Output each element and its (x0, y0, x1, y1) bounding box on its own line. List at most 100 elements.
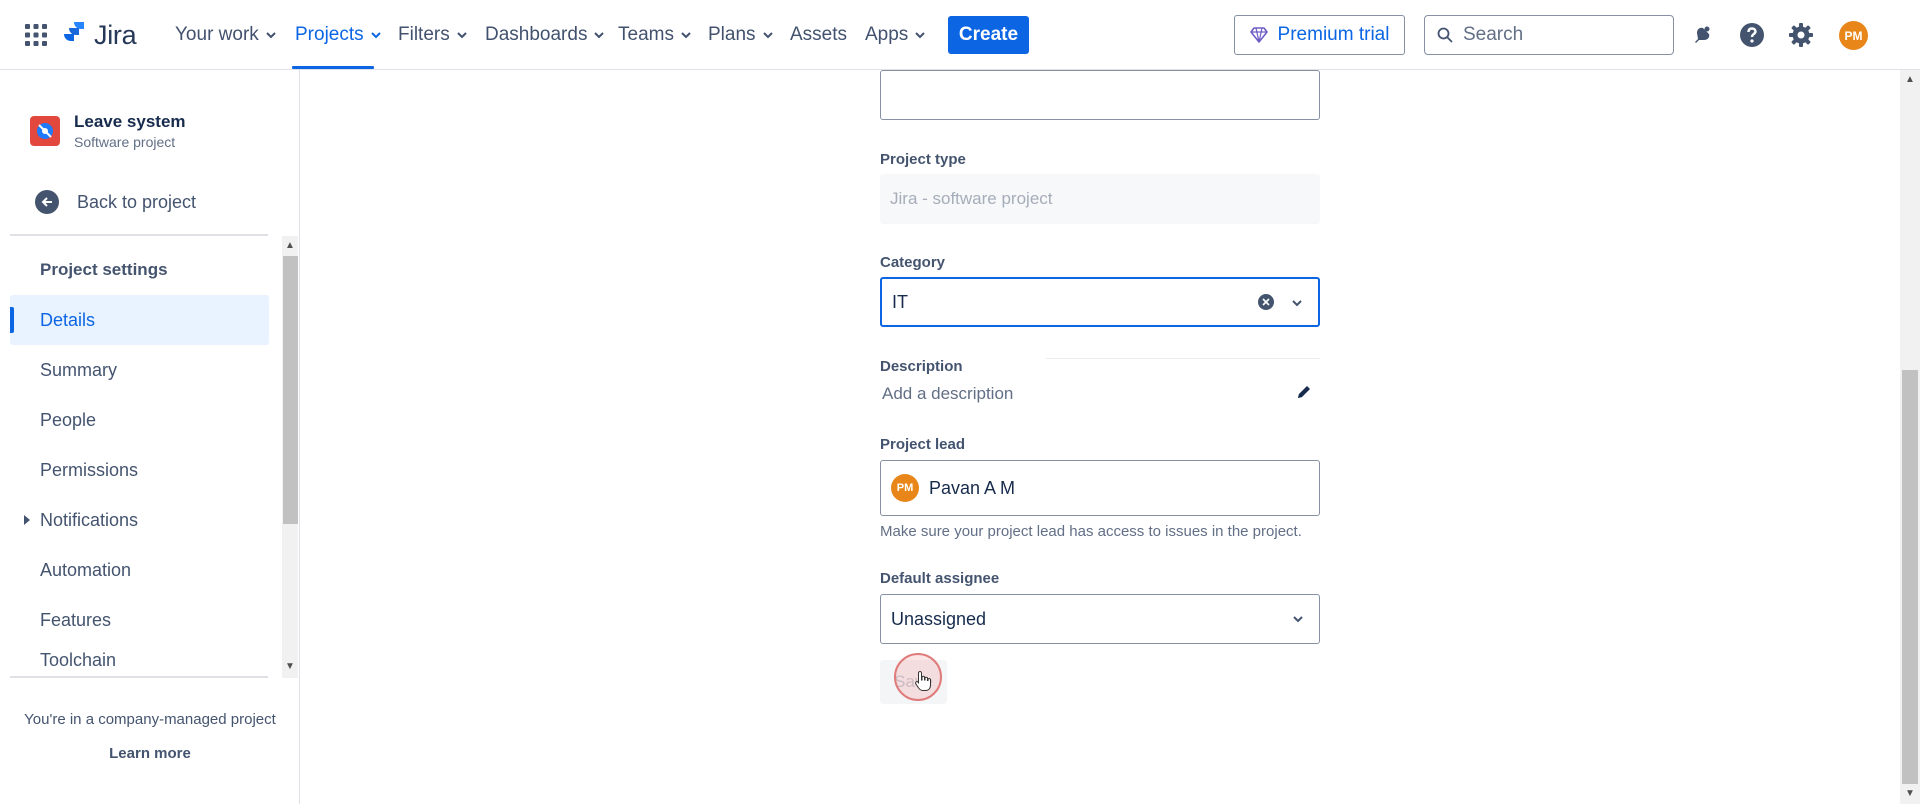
chevron-down-icon[interactable] (1291, 612, 1305, 626)
sidebar-item-label: People (40, 409, 97, 430)
nav-label: Your work (175, 24, 259, 45)
nav-teams[interactable]: Teams (618, 22, 692, 48)
nav-projects[interactable]: Projects (295, 22, 382, 48)
project-lead-helper: Make sure your project lead has access t… (880, 523, 1302, 540)
nav-dashboards[interactable]: Dashboards (485, 22, 605, 48)
sidebar-item-notifications[interactable]: Notifications (10, 495, 269, 545)
nav-label: Filters (398, 24, 450, 45)
lead-name: Pavan A M (929, 477, 1016, 498)
category-select[interactable]: IT (880, 277, 1320, 327)
hand-pointer-cursor-icon (915, 670, 931, 691)
description-placeholder[interactable]: Add a description (882, 384, 1013, 404)
chevron-right-icon[interactable] (22, 514, 32, 526)
scroll-down-arrow-icon[interactable]: ▼ (285, 661, 295, 672)
project-lead-picker[interactable]: PM Pavan A M (880, 460, 1320, 516)
back-to-project-link[interactable]: Back to project (35, 190, 196, 214)
jira-logo-text: Jira (94, 19, 137, 50)
sidebar-item-label: Notifications (40, 509, 139, 530)
project-meta: Leave system Software project (74, 112, 186, 150)
sidebar-item-label: Automation (40, 559, 132, 580)
nav-your-work[interactable]: Your work (175, 22, 277, 48)
nav-label: Apps (865, 24, 909, 45)
default-assignee-value: Unassigned (891, 608, 987, 629)
project-type: Software project (74, 134, 176, 150)
default-assignee-select[interactable]: Unassigned (880, 594, 1320, 644)
chevron-down-icon (681, 32, 691, 39)
active-nav-indicator (292, 66, 374, 69)
premium-trial-button[interactable]: Premium trial (1234, 15, 1405, 55)
description-divider (1046, 358, 1320, 359)
chevron-down-icon[interactable] (1290, 296, 1304, 310)
project-header[interactable]: Leave system Software project (30, 112, 186, 150)
chevron-down-icon (915, 32, 926, 39)
company-managed-note: You're in a company-managed project (24, 711, 276, 728)
project-lead-label: Project lead (880, 436, 966, 453)
learn-more-link[interactable]: Learn more (0, 745, 300, 762)
sidebar-item-summary[interactable]: Summary (10, 345, 269, 395)
search-icon (1437, 27, 1453, 43)
chevron-down-icon (457, 32, 467, 39)
category-value: IT (892, 291, 908, 312)
project-avatar-icon (30, 116, 60, 146)
project-sidebar: Leave system Software project Back to pr… (0, 70, 300, 804)
lead-avatar: PM (891, 474, 919, 502)
nav-filters[interactable]: Filters (398, 22, 468, 48)
sidebar-item-label: Toolchain (40, 650, 117, 670)
sidebar-item-permissions[interactable]: Permissions (10, 445, 269, 495)
nav-assets[interactable]: Assets (790, 22, 847, 48)
sidebar-item-details[interactable]: Details (10, 295, 269, 345)
sidebar-item-label: Permissions (40, 459, 139, 480)
project-type-field: Jira - software project (880, 174, 1320, 224)
description-label: Description (880, 358, 963, 375)
page-scroll-thumb[interactable] (1902, 370, 1918, 784)
nav-plans[interactable]: Plans (708, 22, 774, 48)
category-label: Category (880, 254, 946, 271)
top-navigation: Jira Your work Projects Filters Dashboar… (0, 0, 1920, 70)
chevron-down-icon (266, 32, 276, 39)
sidebar-divider (10, 676, 268, 678)
clear-icon[interactable] (1258, 294, 1274, 310)
sidebar-item-features[interactable]: Features (10, 595, 269, 645)
project-settings-heading: Project settings (40, 260, 168, 279)
nav-label: Assets (790, 24, 848, 45)
sidebar-item-label: Details (40, 309, 96, 330)
settings-gear-icon[interactable] (1786, 20, 1816, 50)
sidebar-scroll-thumb[interactable] (283, 256, 298, 524)
search-placeholder: Search (1463, 24, 1524, 45)
chevron-down-icon (594, 32, 605, 39)
sidebar-item-toolchain[interactable]: Toolchain (10, 645, 269, 677)
nav-apps[interactable]: Apps (865, 22, 926, 48)
sidebar-item-people[interactable]: People (10, 395, 269, 445)
app-switcher-icon[interactable] (24, 23, 48, 47)
sidebar-divider (10, 234, 268, 236)
jira-logo[interactable]: Jira (62, 19, 137, 51)
project-type-label: Project type (880, 151, 966, 168)
chevron-down-icon (370, 32, 381, 39)
notifications-icon[interactable] (1687, 20, 1717, 50)
back-to-project-label: Back to project (77, 191, 197, 212)
create-button[interactable]: Create (948, 16, 1029, 54)
nav-label: Teams (618, 24, 674, 45)
pencil-edit-icon[interactable] (1295, 383, 1313, 401)
scroll-down-arrow-icon[interactable]: ▼ (1905, 788, 1915, 799)
nav-label: Projects (295, 24, 364, 45)
scroll-up-arrow-icon[interactable]: ▲ (285, 240, 295, 251)
help-icon[interactable] (1737, 20, 1767, 50)
chevron-down-icon (762, 32, 773, 39)
arrow-left-circle-icon (35, 190, 59, 214)
jira-logo-icon (64, 22, 84, 41)
sidebar-item-label: Summary (40, 359, 118, 380)
sidebar-item-automation[interactable]: Automation (10, 545, 269, 595)
scroll-up-arrow-icon[interactable]: ▲ (1905, 74, 1915, 85)
project-name: Leave system (74, 112, 186, 131)
default-assignee-label: Default assignee (880, 570, 1000, 587)
project-key-field[interactable] (880, 70, 1320, 120)
nav-label: Plans (708, 24, 756, 45)
nav-label: Dashboards (485, 24, 588, 45)
project-type-value: Jira - software project (890, 189, 1053, 208)
gem-icon (1249, 27, 1268, 43)
project-details-form: Project type Jira - software project Cat… (301, 70, 1900, 804)
search-input[interactable]: Search (1424, 15, 1674, 55)
user-avatar[interactable]: PM (1839, 21, 1868, 50)
sidebar-item-label: Features (40, 609, 112, 630)
